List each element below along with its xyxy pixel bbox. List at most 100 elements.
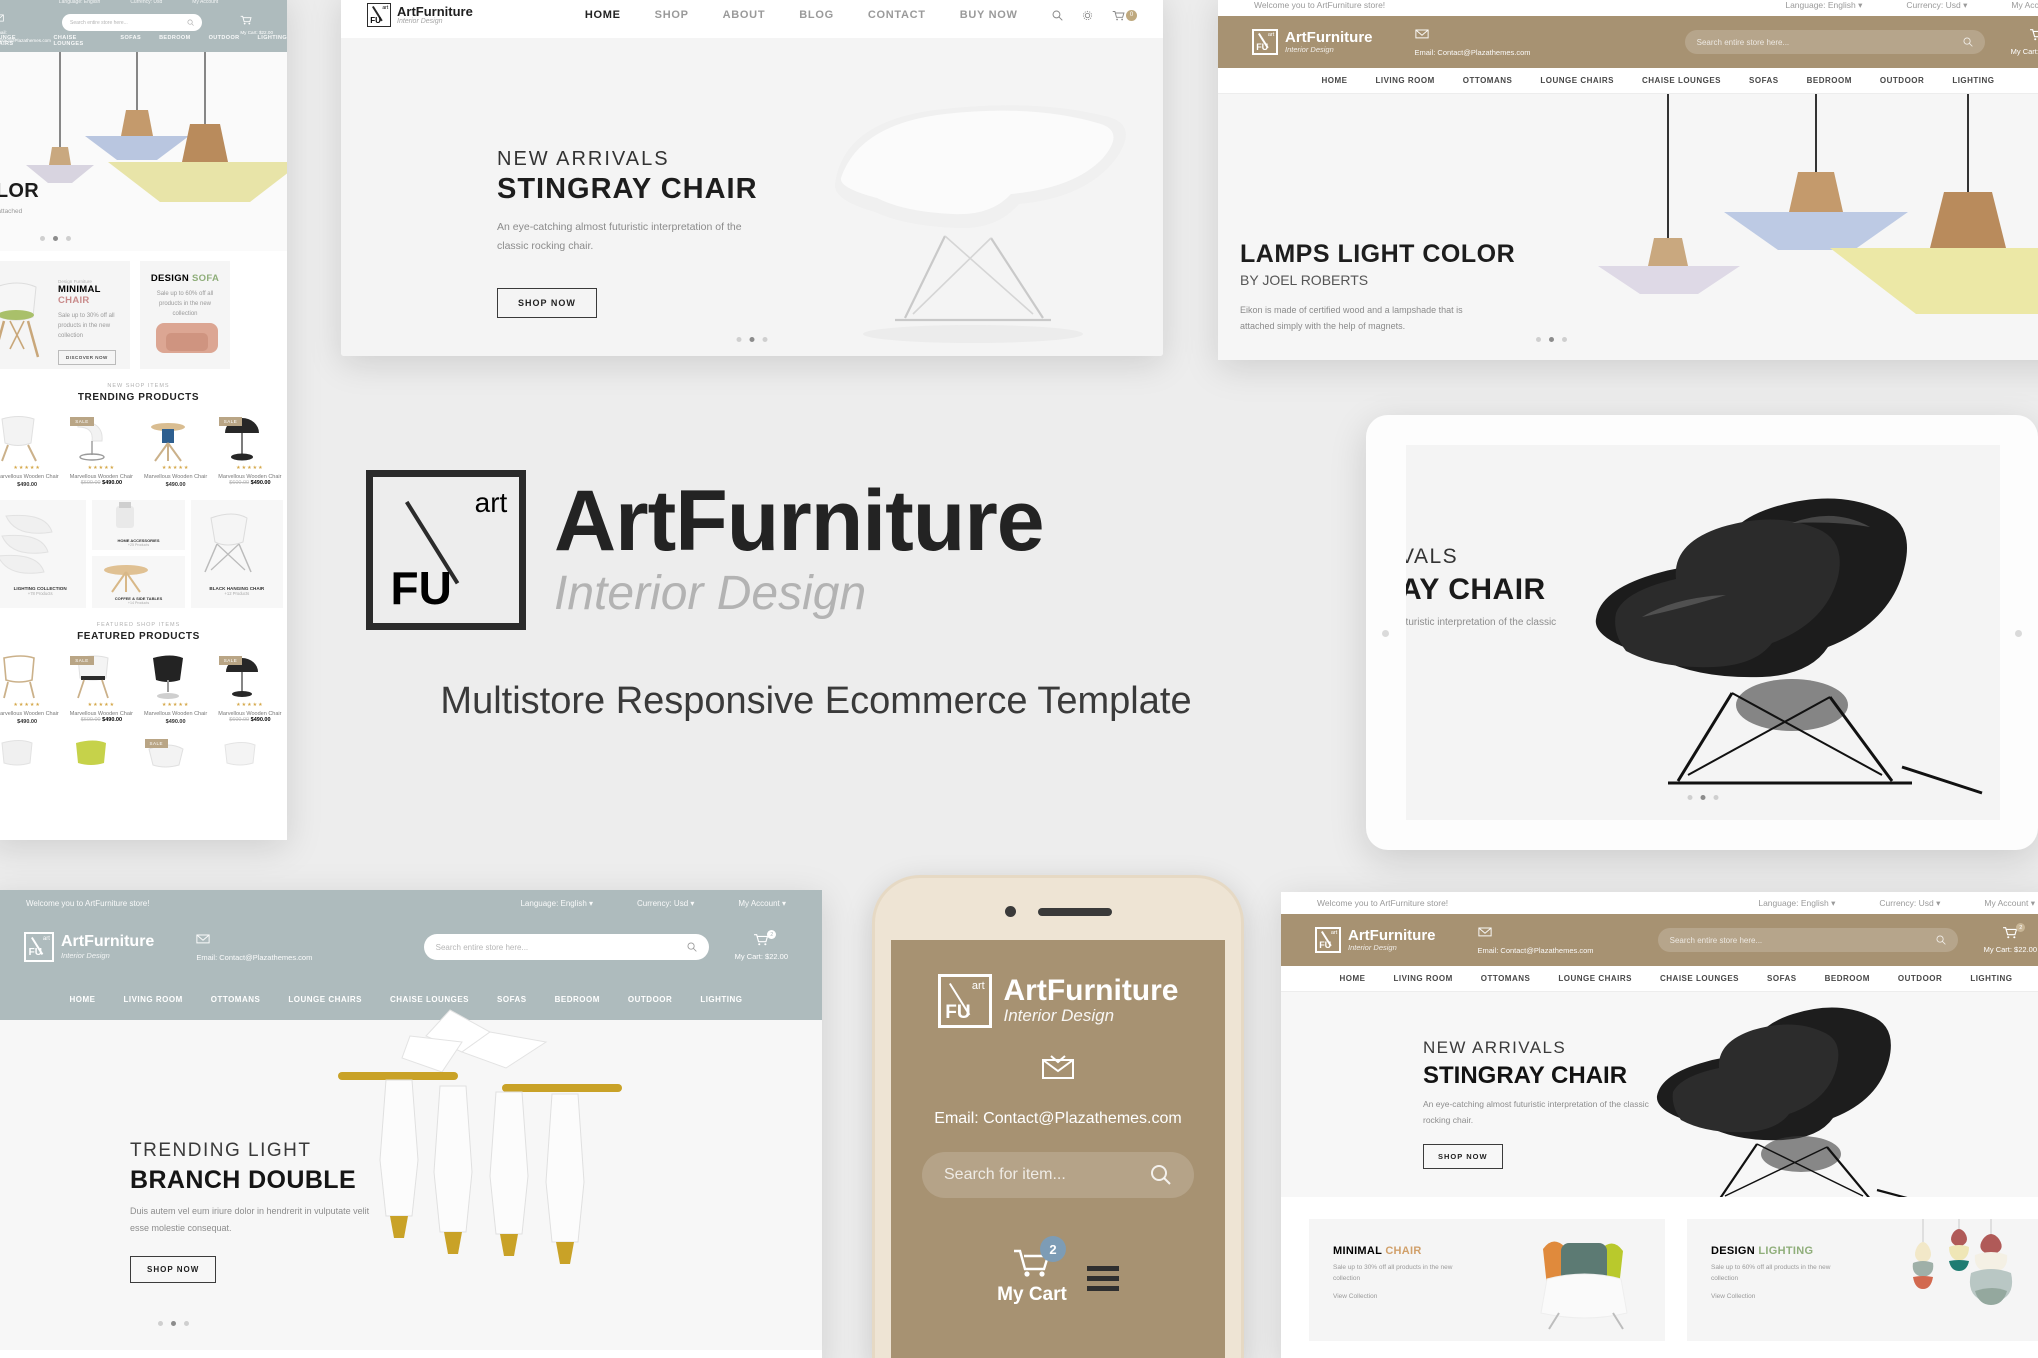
nav-item-home[interactable]: HOME	[1339, 974, 1365, 983]
phone-logo[interactable]: FU art ArtFurniture Interior Design	[937, 974, 1179, 1028]
product-card[interactable]	[66, 735, 136, 781]
phone-search-input[interactable]: Search for item...	[922, 1152, 1194, 1198]
left-strip-slider-dots[interactable]	[40, 236, 71, 241]
nav-item-ottomans[interactable]: OTTOMANS	[1463, 76, 1513, 85]
category-card[interactable]: BLACK HANGING CHAIR +12 Products	[190, 500, 283, 608]
hero-cta-button[interactable]: SHOP NOW	[130, 1256, 217, 1283]
nav-item-ottomans[interactable]: OTTOMANS	[1481, 974, 1531, 983]
product-card[interactable]: SALE ★★★★★ Marvellous Wooden Chair $600.…	[66, 413, 136, 488]
slider-dot[interactable]	[1562, 337, 1567, 342]
left-strip-nav-item[interactable]: LOUNGE CHAIRS	[0, 35, 36, 47]
category-card[interactable]: LIGHTING COLLECTION +78 Products	[0, 500, 87, 608]
left-strip-search-input[interactable]: Search entire store here...	[62, 14, 202, 31]
nav-item-home[interactable]: HOME	[69, 995, 95, 1004]
nav-item-living-room[interactable]: LIVING ROOM	[1375, 76, 1434, 85]
slider-dot[interactable]	[1713, 795, 1719, 800]
top-right-slider-dots[interactable]	[1536, 337, 1567, 342]
product-card[interactable]: SALE ★★★★★ Marvellous Wooden Chair $600.…	[215, 413, 285, 488]
store-search-input[interactable]: Search entire store here...	[423, 934, 709, 960]
promo-link[interactable]: View Collection	[1333, 1293, 1377, 1300]
bottom-left-slider-dots[interactable]	[158, 1321, 189, 1326]
slider-dot[interactable]	[1536, 337, 1541, 342]
store-search-input[interactable]: Search entire store here...	[1684, 30, 1985, 54]
nav-item-chaise-lounges[interactable]: CHAISE LOUNGES	[1660, 974, 1739, 983]
product-card[interactable]: ★★★★★ Marvellous Wooden Chair $490.00	[0, 652, 62, 725]
slider-dot[interactable]	[1687, 795, 1693, 800]
store-search-input[interactable]: Search entire store here...	[1657, 928, 1958, 952]
currency-selector[interactable]: Currency: Usd ▾	[637, 899, 694, 908]
product-card[interactable]	[215, 735, 285, 781]
left-strip-nav-item[interactable]: LIGHTING	[258, 35, 287, 47]
nav-item-bedroom[interactable]: BEDROOM	[1807, 76, 1852, 85]
slider-dot[interactable]	[1549, 337, 1554, 342]
promo-design-sofa[interactable]: DESIGN SOFA Sale up to 60% off all produ…	[140, 261, 230, 369]
product-card[interactable]	[0, 735, 62, 781]
left-strip-language[interactable]: Language: English	[59, 0, 100, 5]
currency-selector[interactable]: Currency: Usd ▾	[1906, 0, 1967, 11]
hero-cta-button[interactable]: SHOP NOW	[497, 287, 597, 318]
left-strip-nav-item[interactable]: SOFAS	[120, 35, 141, 47]
account-menu[interactable]: My Account ▾	[738, 899, 786, 908]
language-selector[interactable]: Language: English ▾	[1785, 0, 1862, 11]
account-menu[interactable]: My Account ▾	[1984, 898, 2035, 909]
store-email[interactable]: Email: Contact@Plazathemes.com	[196, 933, 312, 962]
store-logo[interactable]: FU art ArtFurniture Interior Design	[1315, 927, 1436, 953]
tablet-home-button[interactable]	[1382, 629, 1389, 637]
store-cart[interactable]: 2 My Cart: $22.00	[2011, 28, 2038, 56]
store-logo[interactable]: FU art ArtFurniture Interior Design	[1252, 29, 1373, 55]
product-card[interactable]: ★★★★★ Marvellous Wooden Chair $490.00	[141, 652, 211, 725]
nav-item-lighting[interactable]: LIGHTING	[1952, 76, 1994, 85]
store-cart[interactable]: 2 My Cart: $22.00	[735, 930, 788, 961]
promo-cta[interactable]: DISCOVER NOW	[58, 349, 116, 365]
slider-dot[interactable]	[53, 236, 58, 241]
slider-dot[interactable]	[184, 1321, 189, 1326]
language-selector[interactable]: Language: English ▾	[520, 899, 593, 908]
left-strip-cart[interactable]: My Cart: $22.00	[240, 15, 273, 35]
nav-item-lounge-chairs[interactable]: LOUNGE CHAIRS	[1540, 76, 1614, 85]
left-strip-nav-item[interactable]: OUTDOOR	[209, 35, 240, 47]
nav-item-outdoor[interactable]: OUTDOOR	[1880, 76, 1924, 85]
store-cart[interactable]: 2 My Cart: $22.00	[1984, 923, 2037, 954]
product-card[interactable]: SALE ★★★★★ Marvellous Wooden Chair $600.…	[66, 652, 136, 725]
slider-dot[interactable]	[762, 337, 768, 342]
nav-item-contact[interactable]: CONTACT	[868, 9, 926, 21]
nav-item-bedroom[interactable]: BEDROOM	[1825, 974, 1870, 983]
store-email[interactable]: Email: Contact@Plazathemes.com	[1415, 28, 1531, 57]
nav-item-sofas[interactable]: SOFAS	[1749, 76, 1779, 85]
phone-email[interactable]: Email: Contact@Plazathemes.com	[934, 1110, 1181, 1128]
slider-dot[interactable]	[1700, 795, 1706, 800]
phone-cart-button[interactable]: 2 My Cart	[997, 1236, 1067, 1306]
nav-item-chaise-lounges[interactable]: CHAISE LOUNGES	[1642, 76, 1721, 85]
promo-minimal-chair[interactable]: Design Furniture MINIMAL CHAIR Sale up t…	[0, 261, 130, 369]
product-card[interactable]: ★★★★★ Marvellous Wooden Chair $490.00	[141, 413, 211, 488]
left-strip-currency[interactable]: Currency: Usd	[130, 0, 162, 5]
slider-dot[interactable]	[171, 1321, 176, 1326]
top-center-slider-dots[interactable]	[736, 337, 768, 342]
store-logo[interactable]: FU art ArtFurniture Interior Design	[24, 932, 154, 962]
nav-item-living-room[interactable]: LIVING ROOM	[1393, 974, 1452, 983]
product-card[interactable]: SALE ★★★★★ Marvellous Wooden Chair $600.…	[215, 652, 285, 725]
slider-dot[interactable]	[736, 337, 742, 342]
nav-item-outdoor[interactable]: OUTDOOR	[1898, 974, 1942, 983]
nav-item-buy-now[interactable]: BUY NOW	[960, 9, 1018, 21]
cart-icon[interactable]: 0	[1112, 9, 1137, 21]
nav-item-ottomans[interactable]: OTTOMANS	[211, 995, 261, 1004]
tablet-slider-dots[interactable]	[1687, 795, 1719, 800]
category-card[interactable]: COFFEE & SIDE TABLES +14 Products	[92, 556, 185, 608]
nav-item-lounge-chairs[interactable]: LOUNGE CHAIRS	[1558, 974, 1632, 983]
nav-item-living-room[interactable]: LIVING ROOM	[123, 995, 182, 1004]
hero-cta-button[interactable]: SHOP NOW	[1423, 1144, 1503, 1169]
product-card[interactable]: ★★★★★ Marvellous Wooden Chair $490.00	[0, 413, 62, 488]
slider-dot[interactable]	[66, 236, 71, 241]
slider-dot[interactable]	[749, 337, 755, 342]
nav-item-blog[interactable]: BLOG	[799, 9, 834, 21]
top-center-logo[interactable]: FU art ArtFurniture Interior Design	[367, 3, 473, 27]
store-email[interactable]: Email: Contact@Plazathemes.com	[1478, 926, 1594, 955]
nav-item-sofas[interactable]: SOFAS	[1767, 974, 1797, 983]
product-card[interactable]: SALE	[141, 735, 211, 781]
slider-dot[interactable]	[40, 236, 45, 241]
hamburger-menu-icon[interactable]	[1086, 1266, 1119, 1296]
nav-item-lighting[interactable]: LIGHTING	[1970, 974, 2012, 983]
gear-icon[interactable]	[1082, 10, 1093, 21]
nav-item-about[interactable]: ABOUT	[723, 9, 766, 21]
